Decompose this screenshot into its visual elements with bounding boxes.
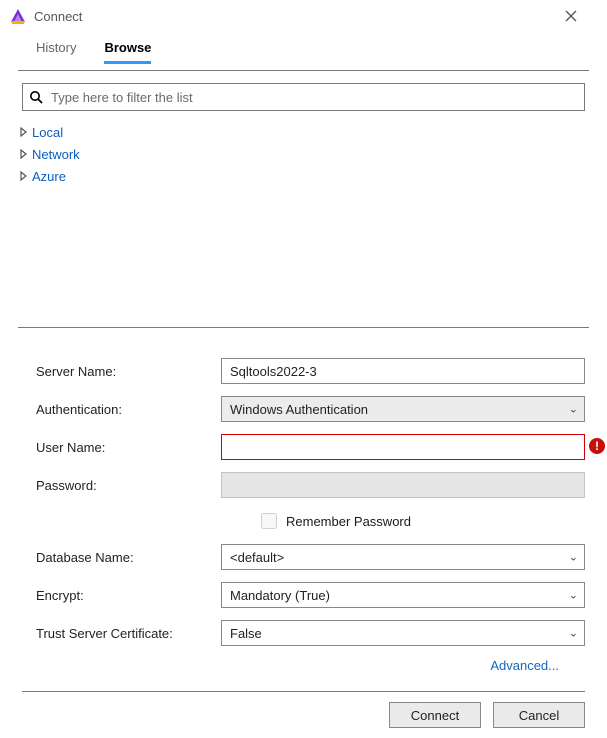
encrypt-select[interactable]: Mandatory (True) ⌄ <box>221 582 585 608</box>
chevron-down-icon: ⌄ <box>569 551 578 564</box>
chevron-down-icon: ⌄ <box>569 589 578 602</box>
remember-password-checkbox <box>261 513 277 529</box>
close-icon <box>565 10 577 22</box>
divider-bottom <box>22 691 585 692</box>
server-name-label: Server Name: <box>36 364 221 379</box>
tree-item-azure[interactable]: Azure <box>18 165 589 187</box>
title-bar: Connect <box>0 0 607 30</box>
trust-cert-label: Trust Server Certificate: <box>36 626 221 641</box>
row-trust-cert: Trust Server Certificate: False ⌄ <box>36 620 585 646</box>
spacer <box>0 191 607 321</box>
user-name-input[interactable] <box>221 434 585 460</box>
row-remember-password: Remember Password <box>257 510 585 532</box>
caret-right-icon <box>18 127 30 137</box>
authentication-value: Windows Authentication <box>230 402 368 417</box>
row-server-name: Server Name: <box>36 358 585 384</box>
caret-right-icon <box>18 149 30 159</box>
connection-form: Server Name: Authentication: Windows Aut… <box>36 358 585 673</box>
chevron-down-icon: ⌄ <box>569 403 578 416</box>
database-name-label: Database Name: <box>36 550 221 565</box>
divider-mid <box>18 327 589 328</box>
tree-item-label: Local <box>32 125 63 140</box>
trust-cert-select[interactable]: False ⌄ <box>221 620 585 646</box>
trust-cert-value: False <box>230 626 262 641</box>
row-password: Password: <box>36 472 585 498</box>
remember-password-label: Remember Password <box>286 514 411 529</box>
password-label: Password: <box>36 478 221 493</box>
app-icon <box>8 6 28 26</box>
authentication-select[interactable]: Windows Authentication ⌄ <box>221 396 585 422</box>
connect-button[interactable]: Connect <box>389 702 481 728</box>
encrypt-label: Encrypt: <box>36 588 221 603</box>
tree-item-local[interactable]: Local <box>18 121 589 143</box>
search-icon <box>29 90 43 104</box>
tree-item-network[interactable]: Network <box>18 143 589 165</box>
close-button[interactable] <box>565 10 597 22</box>
server-tree: Local Network Azure <box>18 121 589 187</box>
tab-bar: History Browse <box>0 30 607 64</box>
row-user-name: User Name: ! <box>36 434 585 460</box>
window-title: Connect <box>34 9 565 24</box>
password-input <box>221 472 585 498</box>
chevron-down-icon: ⌄ <box>569 627 578 640</box>
cancel-button[interactable]: Cancel <box>493 702 585 728</box>
filter-box[interactable] <box>22 83 585 111</box>
tree-item-label: Azure <box>32 169 66 184</box>
tab-history[interactable]: History <box>36 40 76 64</box>
row-authentication: Authentication: Windows Authentication ⌄ <box>36 396 585 422</box>
database-name-value: <default> <box>230 550 284 565</box>
divider-top <box>18 70 589 71</box>
server-name-input[interactable] <box>221 358 585 384</box>
tree-item-label: Network <box>32 147 80 162</box>
footer: Connect Cancel <box>0 691 607 728</box>
advanced-link[interactable]: Advanced... <box>490 658 559 673</box>
row-database-name: Database Name: <default> ⌄ <box>36 544 585 570</box>
database-name-select[interactable]: <default> ⌄ <box>221 544 585 570</box>
row-encrypt: Encrypt: Mandatory (True) ⌄ <box>36 582 585 608</box>
filter-input[interactable] <box>49 89 578 106</box>
authentication-label: Authentication: <box>36 402 221 417</box>
caret-right-icon <box>18 171 30 181</box>
error-icon: ! <box>589 438 605 454</box>
user-name-label: User Name: <box>36 440 221 455</box>
encrypt-value: Mandatory (True) <box>230 588 330 603</box>
tab-browse[interactable]: Browse <box>104 40 151 64</box>
advanced-link-row: Advanced... <box>36 658 559 673</box>
